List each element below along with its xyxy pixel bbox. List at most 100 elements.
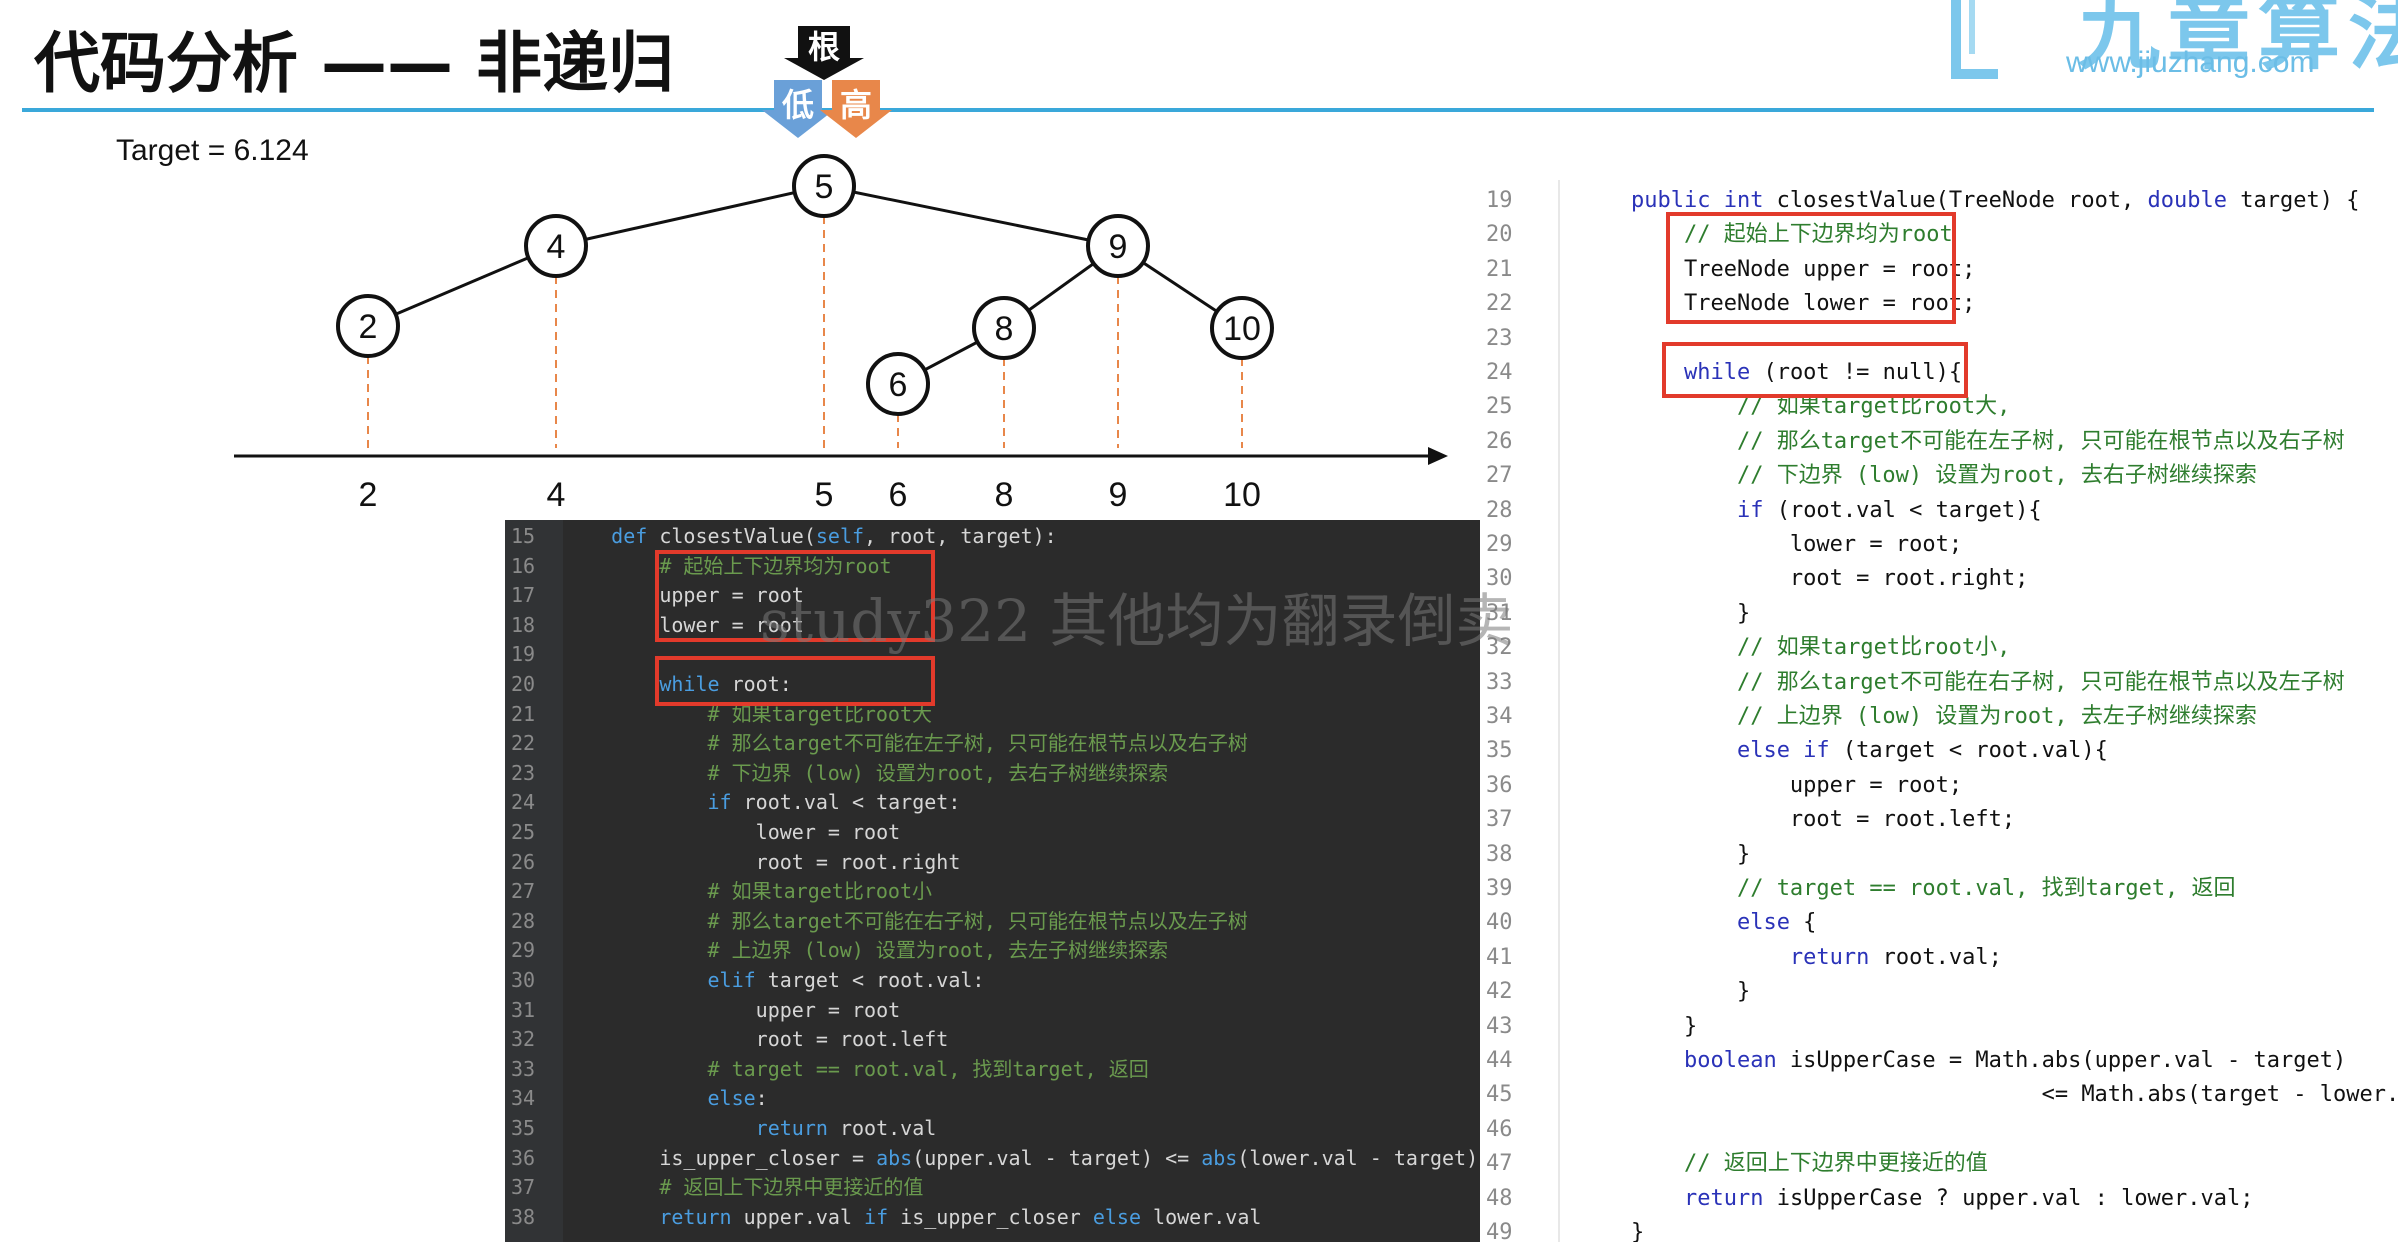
code-line: 41 return root.val; (1480, 941, 2398, 975)
code-text: } (1578, 597, 1750, 631)
line-number: 39 (1486, 876, 1513, 901)
code-line: 32 root = root.left (505, 1025, 1480, 1055)
line-number: 27 (1486, 463, 1513, 489)
code-text: def closestValue(self, root, target): (563, 522, 1057, 552)
code-text: root = root.right (563, 848, 961, 878)
line-number: 31 (1486, 600, 1513, 626)
tree-nodes: 2 4 5 6 8 9 10 (336, 154, 1274, 416)
code-line: 48 return isUpperCase ? upper.val : lowe… (1480, 1182, 2398, 1216)
line-number: 29 (1486, 532, 1513, 557)
code-line: 17 upper = root (505, 581, 1480, 611)
code-line: 30 elif target < root.val: (505, 966, 1480, 996)
code-line: 36 upper = root; (1480, 769, 2398, 803)
tree-node-label: 5 (815, 168, 834, 206)
code-text: boolean isUpperCase = Math.abs(upper.val… (1578, 1044, 2346, 1078)
tree-node-label: 9 (1109, 228, 1128, 266)
root-pointer-label: 根 (808, 28, 840, 66)
line-number: 40 (1486, 910, 1513, 936)
code-keyword: if (864, 1204, 889, 1229)
tree-edge (823, 184, 1119, 248)
code-comment: // 返回上下边界中更接近的值 (1683, 1151, 1988, 1177)
code-line: 43 } (1480, 1010, 2398, 1044)
axis-tick-label: 5 (815, 476, 834, 514)
code-text: } (1578, 975, 1750, 1009)
line-number: 22 (511, 731, 536, 756)
code-text: elif target < root.val: (563, 966, 985, 996)
code-line: 38 return upper.val if is_upper_closer e… (505, 1203, 1480, 1233)
line-number: 33 (511, 1056, 536, 1081)
code-line: 19 (505, 640, 1480, 670)
code-line: 15 def closestValue(self, root, target): (505, 522, 1480, 552)
code-token: root = root.right; (1578, 566, 2029, 592)
code-token: (root.val < target){ (1763, 497, 2042, 523)
code-text: # 如果target比root小 (563, 877, 933, 907)
tree-node-label: 6 (889, 366, 908, 404)
high-pointer-label: 高 (840, 86, 872, 124)
line-number: 48 (1486, 1185, 1513, 1211)
code-keyword: boolean (1683, 1048, 1777, 1073)
code-text: return root.val; (1578, 941, 2002, 975)
line-number: 37 (1486, 807, 1513, 833)
code-token: (upper.val - target) <= (912, 1145, 1202, 1170)
code-token: root.val < target: (731, 790, 961, 815)
code-text: if (root.val < target){ (1578, 494, 2042, 528)
code-line: 47 // 返回上下边界中更接近的值 (1480, 1147, 2398, 1181)
line-number: 32 (511, 1027, 536, 1052)
code-text: else: (563, 1084, 768, 1114)
code-token: root.val (827, 1116, 937, 1140)
line-number: 34 (1486, 704, 1513, 729)
code-keyword: return (1789, 944, 1870, 970)
code-line: 44 boolean isUpperCase = Math.abs(upper.… (1480, 1044, 2398, 1078)
code-line: 27 // 下边界 (low) 设置为root, 去右子树继续探索 (1480, 459, 2398, 493)
code-token: upper.val (731, 1204, 865, 1229)
line-number: 18 (511, 612, 536, 637)
code-token: is_upper_closer (888, 1204, 1093, 1229)
line-number: 26 (1486, 428, 1513, 454)
line-number: 19 (511, 642, 536, 667)
code-text: // 下边界 (low) 设置为root, 去右子树继续探索 (1578, 459, 2257, 493)
python-while-highlight (655, 656, 935, 706)
code-line: 20 while root: (505, 670, 1480, 700)
code-line: 42 } (1480, 975, 2398, 1009)
code-keyword: if (1736, 497, 1764, 523)
code-line: 28 if (root.val < target){ (1480, 494, 2398, 528)
code-token: target < root.val: (755, 968, 985, 992)
axis-tick-label: 9 (1109, 476, 1128, 514)
code-line: 31 upper = root (505, 996, 1480, 1026)
line-number: 41 (1486, 944, 1513, 970)
code-token: lower = root (563, 820, 901, 844)
line-number: 25 (511, 820, 536, 844)
line-number: 25 (1486, 394, 1513, 420)
code-line: 18 lower = root (505, 611, 1480, 641)
code-comment: // 下边界 (low) 设置为root, 去右子树继续探索 (1736, 463, 2257, 489)
line-number: 23 (1486, 325, 1513, 351)
code-line: 25 lower = root (505, 818, 1480, 848)
line-number: 35 (511, 1116, 536, 1140)
code-line: 40 else { (1480, 906, 2398, 940)
code-text: upper = root; (1578, 769, 1962, 803)
code-text: upper = root (563, 996, 901, 1026)
line-number: 38 (511, 1204, 536, 1229)
code-line: 39 // target == root.val, 找到target, 返回 (1480, 872, 2398, 906)
code-line: 33 // 那么target不可能在右子树, 只可能在根节点以及左子树 (1480, 666, 2398, 700)
code-keyword: public int (1630, 188, 1764, 213)
code-token: isUpperCase ? upper.val : lower.val; (1763, 1185, 2254, 1211)
code-token: } (1578, 1220, 1645, 1242)
code-line: 32 // 如果target比root小, (1480, 631, 2398, 665)
axis-labels: 2 4 5 6 8 9 10 (359, 476, 1261, 514)
code-keyword: double (2147, 188, 2228, 213)
code-token: closestValue(TreeNode root, (1763, 188, 2148, 213)
